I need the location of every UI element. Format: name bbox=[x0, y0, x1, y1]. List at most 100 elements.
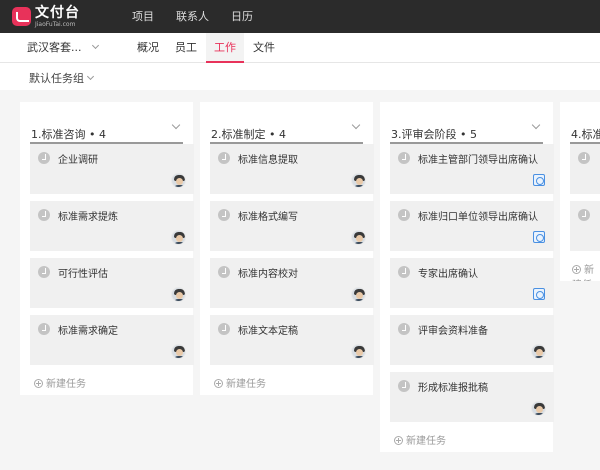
status-check-icon[interactable] bbox=[398, 209, 410, 221]
avatar[interactable] bbox=[171, 230, 186, 245]
status-check-icon[interactable] bbox=[398, 380, 410, 392]
tab-overview[interactable]: 概况 bbox=[130, 33, 166, 63]
app-logo[interactable]: 文付台 JiaoFuTai.com bbox=[12, 6, 80, 28]
tab-work[interactable]: 工作 bbox=[206, 33, 244, 63]
avatar[interactable] bbox=[351, 287, 366, 302]
chevron-down-icon[interactable] bbox=[531, 120, 541, 130]
task-title: 标准格式编写 bbox=[238, 212, 298, 223]
tab-staff[interactable]: 员工 bbox=[168, 33, 204, 63]
avatar[interactable] bbox=[531, 344, 546, 359]
board-column: 4.标准 新建任务 bbox=[560, 102, 600, 281]
status-check-icon[interactable] bbox=[38, 152, 50, 164]
logo-subtitle: JiaoFuTai.com bbox=[35, 21, 76, 28]
logo-name: 文付台 bbox=[35, 5, 80, 21]
status-check-icon[interactable] bbox=[578, 152, 590, 164]
status-check-icon[interactable] bbox=[218, 152, 230, 164]
project-selector[interactable]: 武汉客套... bbox=[27, 33, 82, 63]
status-check-icon[interactable] bbox=[578, 209, 590, 221]
task-card[interactable]: 标准信息提取 bbox=[210, 144, 374, 194]
task-card[interactable]: 标准格式编写 bbox=[210, 201, 374, 251]
new-task-button[interactable]: 新建任务 bbox=[214, 375, 266, 390]
task-title: 标准信息提取 bbox=[238, 155, 298, 166]
chevron-down-icon[interactable] bbox=[91, 41, 100, 50]
task-title: 企业调研 bbox=[58, 155, 98, 166]
status-check-icon[interactable] bbox=[398, 152, 410, 164]
status-check-icon[interactable] bbox=[398, 266, 410, 278]
column-header: 4.标准 bbox=[570, 102, 600, 144]
avatar[interactable] bbox=[171, 344, 186, 359]
chevron-down-icon[interactable] bbox=[171, 120, 181, 130]
project-header: 武汉客套... 概况 员工 工作 文件 bbox=[0, 33, 600, 63]
task-card[interactable]: 标准内容校对 bbox=[210, 258, 374, 308]
status-check-icon[interactable] bbox=[218, 323, 230, 335]
task-title: 标准需求确定 bbox=[58, 326, 118, 337]
task-title: 标准内容校对 bbox=[238, 269, 298, 280]
task-card[interactable]: 企业调研 bbox=[30, 144, 194, 194]
plus-icon bbox=[34, 379, 43, 388]
plus-icon bbox=[572, 265, 581, 274]
chevron-down-icon[interactable] bbox=[351, 120, 361, 130]
board-column: 2.标准制定 • 4 标准信息提取 标准格式编写 标准内容校对 标准文本定稿 新… bbox=[200, 102, 374, 395]
avatar[interactable] bbox=[531, 401, 546, 416]
nav-contacts[interactable]: 联系人 bbox=[176, 0, 209, 33]
task-card[interactable]: 标准需求提炼 bbox=[30, 201, 194, 251]
board-column: 1.标准咨询 • 4 企业调研 标准需求提炼 可行性评估 标准需求确定 新建任务 bbox=[20, 102, 194, 395]
logo-icon bbox=[12, 7, 31, 26]
status-check-icon[interactable] bbox=[398, 323, 410, 335]
task-group-name: 默认任务组 bbox=[29, 72, 84, 85]
avatar[interactable] bbox=[351, 230, 366, 245]
task-group-selector[interactable]: 默认任务组 bbox=[29, 70, 84, 86]
task-card[interactable]: 标准需求确定 bbox=[30, 315, 194, 365]
team-badge-icon[interactable] bbox=[533, 288, 545, 300]
plus-icon bbox=[394, 436, 403, 445]
task-title: 可行性评估 bbox=[58, 269, 108, 280]
task-group-bar: 默认任务组 bbox=[0, 64, 600, 90]
status-check-icon[interactable] bbox=[38, 266, 50, 278]
plus-icon bbox=[214, 379, 223, 388]
column-title: 4.标准 bbox=[571, 128, 600, 141]
task-card[interactable]: 标准归口单位领导出席确认 bbox=[390, 201, 554, 251]
nav-projects[interactable]: 项目 bbox=[132, 0, 154, 33]
status-check-icon[interactable] bbox=[38, 209, 50, 221]
task-title: 专家出席确认 bbox=[418, 269, 478, 280]
new-task-button[interactable]: 新建任务 bbox=[572, 261, 600, 281]
column-header: 2.标准制定 • 4 bbox=[210, 102, 363, 144]
task-title: 标准主管部门领导出席确认 bbox=[418, 155, 538, 166]
tab-files[interactable]: 文件 bbox=[246, 33, 282, 63]
column-title: 1.标准咨询 • 4 bbox=[31, 128, 106, 141]
task-card[interactable]: 专家出席确认 bbox=[390, 258, 554, 308]
task-card[interactable] bbox=[570, 144, 600, 194]
project-name: 武汉客套... bbox=[27, 41, 82, 54]
status-check-icon[interactable] bbox=[218, 266, 230, 278]
task-title: 评审会资料准备 bbox=[418, 326, 488, 337]
avatar[interactable] bbox=[351, 344, 366, 359]
team-badge-icon[interactable] bbox=[533, 174, 545, 186]
new-task-button[interactable]: 新建任务 bbox=[34, 375, 86, 390]
new-task-label: 新建任务 bbox=[406, 436, 446, 447]
task-title: 标准归口单位领导出席确认 bbox=[418, 212, 538, 223]
nav-calendar[interactable]: 日历 bbox=[231, 0, 253, 33]
status-check-icon[interactable] bbox=[38, 323, 50, 335]
kanban-board: 1.标准咨询 • 4 企业调研 标准需求提炼 可行性评估 标准需求确定 新建任务 bbox=[0, 90, 600, 470]
chevron-down-icon[interactable] bbox=[86, 72, 95, 81]
top-navigation-bar: 文付台 JiaoFuTai.com 项目 联系人 日历 bbox=[0, 0, 600, 33]
column-header: 3.评审会阶段 • 5 bbox=[390, 102, 543, 144]
task-title: 标准文本定稿 bbox=[238, 326, 298, 337]
status-check-icon[interactable] bbox=[218, 209, 230, 221]
task-card[interactable] bbox=[570, 201, 600, 251]
avatar[interactable] bbox=[171, 173, 186, 188]
column-title: 2.标准制定 • 4 bbox=[211, 128, 286, 141]
avatar[interactable] bbox=[171, 287, 186, 302]
new-task-button[interactable]: 新建任务 bbox=[394, 432, 446, 447]
task-card[interactable]: 形成标准报批稿 bbox=[390, 372, 554, 422]
task-title: 标准需求提炼 bbox=[58, 212, 118, 223]
task-card[interactable]: 标准文本定稿 bbox=[210, 315, 374, 365]
task-title: 形成标准报批稿 bbox=[418, 383, 488, 394]
task-card[interactable]: 标准主管部门领导出席确认 bbox=[390, 144, 554, 194]
new-task-label: 新建任务 bbox=[226, 379, 266, 390]
avatar[interactable] bbox=[351, 173, 366, 188]
board-column: 3.评审会阶段 • 5 标准主管部门领导出席确认 标准归口单位领导出席确认 专家… bbox=[380, 102, 554, 452]
task-card[interactable]: 可行性评估 bbox=[30, 258, 194, 308]
task-card[interactable]: 评审会资料准备 bbox=[390, 315, 554, 365]
team-badge-icon[interactable] bbox=[533, 231, 545, 243]
